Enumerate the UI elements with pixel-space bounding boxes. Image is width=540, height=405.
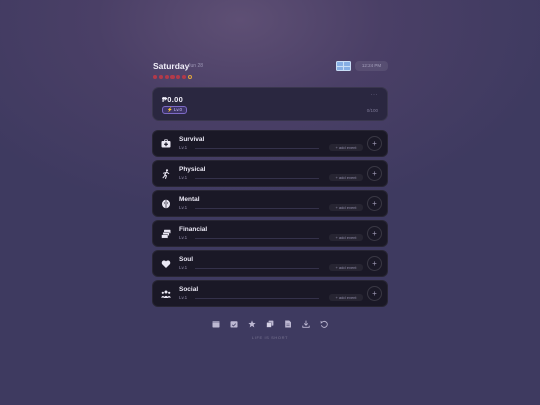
plus-button[interactable]: +: [367, 136, 382, 151]
category-name: Social: [179, 286, 199, 293]
category-survival[interactable]: Survival Lv.1 + add event +: [152, 130, 388, 157]
category-mental[interactable]: Mental Lv.1 + add event +: [152, 190, 388, 217]
heart-dot: [181, 75, 187, 80]
category-level: Lv.1: [179, 175, 188, 180]
category-name: Soul: [179, 256, 194, 263]
plus-button[interactable]: +: [367, 196, 382, 211]
category-progress: [195, 298, 319, 299]
day-title: Saturday: [153, 61, 190, 71]
balance-card: ₱0.00 ··· ⚡ Lv.0 0/100: [152, 87, 388, 121]
category-progress: [195, 178, 319, 179]
plus-button[interactable]: +: [367, 256, 382, 271]
category-name: Survival: [179, 136, 205, 143]
category-physical[interactable]: Physical Lv.1 + add event +: [152, 160, 388, 187]
first-aid-icon: [161, 139, 171, 149]
balance-amount: ₱0.00: [162, 95, 184, 104]
file-icon[interactable]: [283, 318, 294, 329]
date-label: Jun 28: [188, 63, 204, 69]
star-icon[interactable]: [247, 318, 258, 329]
category-soul[interactable]: Soul Lv.1 + add event +: [152, 250, 388, 277]
header: Saturday Jun 28 12:24 PM: [152, 58, 388, 80]
category-progress: [195, 238, 319, 239]
calendar-check-icon[interactable]: [229, 318, 240, 329]
plus-button[interactable]: +: [367, 286, 382, 301]
heart-dot: [176, 75, 181, 80]
category-financial[interactable]: Financial Lv.1 + add event +: [152, 220, 388, 247]
category-level: Lv.1: [179, 295, 188, 300]
add-event-button[interactable]: + add event: [329, 294, 363, 301]
bottom-toolbar: [152, 318, 388, 330]
people-icon: [161, 289, 171, 299]
add-event-button[interactable]: + add event: [329, 204, 363, 211]
heart-dot: [158, 75, 163, 80]
running-figure-icon: [161, 169, 171, 179]
category-progress: [195, 148, 319, 149]
category-progress: [195, 208, 319, 209]
category-level: Lv.1: [179, 235, 188, 240]
category-name: Physical: [179, 166, 206, 173]
add-event-button[interactable]: + add event: [329, 144, 363, 151]
level-badge: ⚡ Lv.0: [162, 106, 188, 114]
more-options-icon[interactable]: ···: [371, 92, 379, 98]
category-name: Financial: [179, 226, 208, 233]
calendar-icon[interactable]: [211, 318, 222, 329]
time-display: 12:24 PM: [355, 61, 388, 71]
hearts-row: [153, 75, 192, 80]
add-event-button[interactable]: + add event: [329, 174, 363, 181]
progress-count: 0/100: [366, 108, 378, 113]
download-icon[interactable]: [301, 318, 312, 329]
add-event-button[interactable]: + add event: [329, 234, 363, 241]
heart-icon: [161, 259, 171, 269]
plus-button[interactable]: +: [367, 226, 382, 241]
brain-icon: [161, 199, 171, 209]
add-event-button[interactable]: + add event: [329, 264, 363, 271]
category-level: Lv.1: [179, 145, 188, 150]
heart-dot: [153, 75, 158, 80]
undo-icon[interactable]: [319, 318, 330, 329]
heart-dot-empty: [187, 75, 192, 80]
category-level: Lv.1: [179, 265, 188, 270]
category-name: Mental: [179, 196, 200, 203]
money-stack-icon: [161, 229, 171, 239]
life-dashboard: Saturday Jun 28 12:24 PM ₱0.00 ··· ⚡ Lv.…: [152, 58, 388, 340]
copy-icon[interactable]: [265, 318, 276, 329]
grid-view-icon[interactable]: [336, 61, 351, 71]
plus-button[interactable]: +: [367, 166, 382, 181]
category-social[interactable]: Social Lv.1 + add event +: [152, 280, 388, 307]
category-progress: [195, 268, 319, 269]
heart-dot: [170, 75, 175, 80]
heart-dot: [164, 75, 169, 80]
category-level: Lv.1: [179, 205, 188, 210]
footer-motto: LIFE IS SHORT: [251, 335, 289, 340]
